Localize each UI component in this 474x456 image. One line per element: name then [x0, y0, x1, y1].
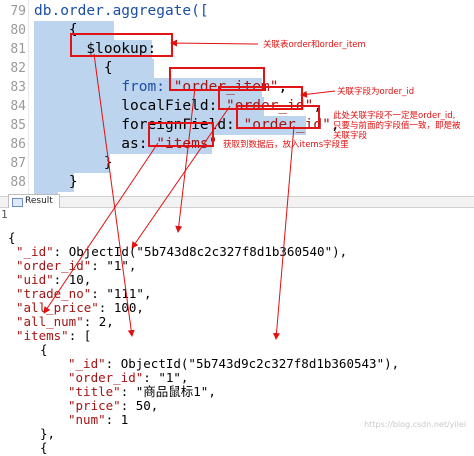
code-text: } — [34, 174, 78, 190]
tab-result-label: Result — [25, 196, 53, 206]
code-text: localField: — [34, 98, 218, 114]
result-value: : "商品鼠标1", — [120, 384, 216, 399]
result-key: "all_price" — [16, 300, 99, 315]
code-keyword: from: — [121, 79, 165, 95]
result-key: "num" — [68, 412, 106, 427]
result-value: }, — [40, 426, 56, 441]
code-text: } — [34, 155, 113, 171]
localfield-annotation: 关联字段为order_id — [337, 87, 415, 97]
code-line[interactable]: db.order.aggregate([ — [34, 2, 209, 21]
result-value: : 1 — [105, 412, 129, 427]
line-number-gutter: 7980818283848586878889 — [0, 0, 29, 209]
result-value: { — [40, 440, 48, 455]
line-number: 88 — [10, 175, 26, 190]
foreignfield-highlight-box — [236, 105, 320, 129]
result-value: : 100, — [98, 300, 144, 315]
result-key: "_id" — [68, 356, 106, 371]
result-key: "_id" — [16, 244, 54, 259]
result-value: : "1", — [91, 258, 137, 273]
tab-result[interactable]: Result — [8, 194, 60, 208]
result-key: "trade_no" — [16, 286, 92, 301]
line-number: 87 — [10, 156, 26, 171]
result-key: "all_num" — [16, 314, 84, 329]
result-value: : 2, — [83, 314, 114, 329]
line-number: 80 — [10, 23, 26, 38]
result-value: : [ — [68, 328, 92, 343]
line-number: 82 — [10, 61, 26, 76]
line-number: 79 — [10, 4, 26, 19]
result-line: { — [40, 440, 48, 456]
result-key: "title" — [68, 384, 121, 399]
code-keyword: db.order.aggregate([ — [34, 3, 209, 19]
pane-divider[interactable] — [0, 196, 474, 208]
result-key: "price" — [68, 398, 121, 413]
line-number: 86 — [10, 137, 26, 152]
result-key: "order_id" — [68, 370, 144, 385]
line-number: 84 — [10, 99, 26, 114]
result-row-number: 1 — [1, 208, 8, 221]
result-line: "num": 1 — [68, 412, 128, 428]
result-key: "uid" — [16, 272, 54, 287]
result-value: : "1", — [143, 370, 189, 385]
watermark-text: https://blog.csdn.net/yilei — [364, 420, 466, 429]
line-number: 81 — [10, 42, 26, 57]
result-line: { — [8, 230, 16, 246]
result-key: "items" — [16, 328, 69, 343]
code-line[interactable]: } — [34, 154, 113, 173]
result-table-icon — [12, 198, 23, 207]
result-value: { — [8, 230, 16, 245]
result-value: { — [40, 342, 48, 357]
result-value: : 10, — [53, 272, 92, 287]
line-number: 83 — [10, 80, 26, 95]
lookup-annotation: 关联表order和order_item — [263, 40, 366, 50]
result-key: "order_id" — [16, 258, 92, 273]
lookup-highlight-box — [70, 33, 173, 57]
code-text: { — [34, 60, 113, 76]
result-value: : ObjectId("5b743d8c2c327f8d1b360540"), — [53, 244, 348, 259]
line-number: 85 — [10, 118, 26, 133]
result-value: : 50, — [120, 398, 159, 413]
as-highlight-box — [148, 122, 214, 147]
result-value: : "111", — [91, 286, 152, 301]
result-pane[interactable]: 1 {"_id": ObjectId("5b743d8c2c327f8d1b36… — [0, 208, 474, 455]
result-line: "items": [ — [16, 328, 91, 344]
code-line[interactable]: { — [34, 59, 154, 78]
code-text: as: — [34, 136, 148, 152]
result-value: : ObjectId("5b743d9c2c327f8d1b360543"), — [105, 356, 400, 371]
code-line[interactable]: } — [34, 173, 78, 192]
items-annotation: 获取到数据后，放入items字段里 — [223, 140, 349, 150]
result-line: { — [40, 342, 48, 358]
